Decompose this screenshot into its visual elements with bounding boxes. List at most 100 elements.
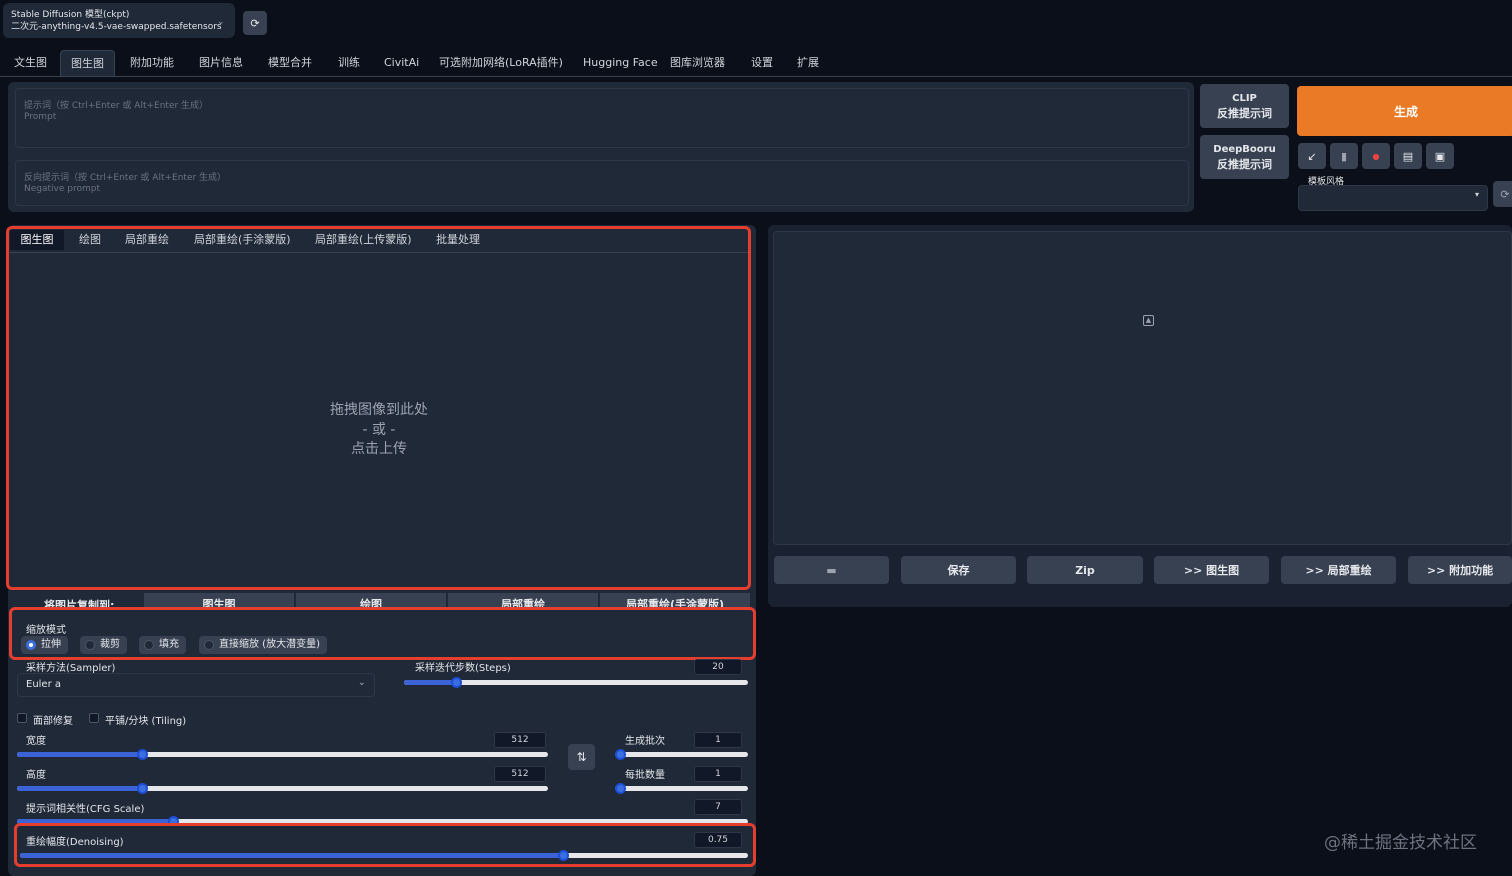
folder-icon: ▬ bbox=[826, 563, 837, 577]
resize-radio-fill[interactable]: 填充 bbox=[139, 636, 186, 654]
tab-lora[interactable]: 可选附加网络(LoRA插件) bbox=[429, 50, 573, 76]
copy-to-inpaint-sketch-button[interactable]: 局部重绘(手涂蒙版) bbox=[600, 593, 750, 609]
img-tab-sketch[interactable]: 绘图 bbox=[79, 230, 101, 250]
extra-networks-button[interactable]: ● bbox=[1362, 143, 1390, 169]
denoise-input[interactable]: 0.75 bbox=[694, 832, 742, 848]
height-slider-thumb[interactable] bbox=[137, 783, 148, 794]
denoise-label: 重绘幅度(Denoising) bbox=[26, 837, 124, 848]
tab-divider bbox=[0, 76, 1512, 77]
tab-extensions[interactable]: 扩展 bbox=[787, 50, 829, 76]
batch-size-slider-thumb[interactable] bbox=[615, 783, 626, 794]
denoise-slider[interactable] bbox=[20, 850, 748, 861]
img-tab-inpaint-upload[interactable]: 局部重绘(上传蒙版) bbox=[315, 230, 412, 250]
send-to-extras-button[interactable]: >> 附加功能 bbox=[1408, 556, 1512, 584]
negative-prompt-placeholder: 反向提示词（按 Ctrl+Enter 或 Alt+Enter 生成） bbox=[24, 173, 227, 183]
zip-button[interactable]: Zip bbox=[1027, 556, 1143, 584]
watermark: @稀土掘金技术社区 bbox=[1324, 833, 1477, 853]
tab-civitai[interactable]: CivitAi bbox=[374, 50, 429, 76]
deepbooru-interrogate-button[interactable]: DeepBooru 反推提示词 bbox=[1200, 135, 1289, 179]
width-slider[interactable] bbox=[17, 749, 548, 760]
copy-to-inpaint-button[interactable]: 局部重绘 bbox=[448, 593, 598, 609]
refresh-model-button[interactable]: ⟳ bbox=[243, 11, 267, 35]
resize-mode-label: 缩放模式 bbox=[26, 625, 66, 636]
img-tab-img2img[interactable]: 图生图 bbox=[10, 230, 64, 250]
batch-size-label: 每批数量 bbox=[625, 770, 665, 781]
save-style-button[interactable]: ▣ bbox=[1426, 143, 1454, 169]
face-restore-label: 面部修复 bbox=[33, 716, 73, 727]
upload-hint-3: 点击上传 bbox=[351, 441, 407, 457]
tab-png-info[interactable]: 图片信息 bbox=[189, 50, 253, 76]
tab-img2img[interactable]: 图生图 bbox=[60, 50, 115, 76]
resize-radio-latent[interactable]: 直接缩放 (放大潜变量) bbox=[199, 636, 327, 654]
cfg-slider[interactable] bbox=[17, 816, 748, 827]
copy-to-img2img-button[interactable]: 图生图 bbox=[144, 593, 294, 609]
tab-extras[interactable]: 附加功能 bbox=[120, 50, 184, 76]
radio-dot bbox=[85, 640, 95, 650]
style-dropdown[interactable]: ▾ bbox=[1298, 185, 1488, 211]
width-input[interactable]: 512 bbox=[494, 732, 546, 748]
batch-count-slider[interactable] bbox=[615, 749, 748, 760]
height-input[interactable]: 512 bbox=[494, 766, 546, 782]
cfg-label: 提示词相关性(CFG Scale) bbox=[26, 804, 145, 815]
denoise-group bbox=[18, 826, 750, 864]
save-icon: ▣ bbox=[1434, 149, 1446, 163]
steps-slider-thumb[interactable] bbox=[451, 677, 462, 688]
copy-to-sketch-button[interactable]: 绘图 bbox=[296, 593, 446, 609]
generate-button[interactable]: 生成 bbox=[1297, 86, 1512, 136]
clear-prompt-button[interactable]: ▮ bbox=[1330, 143, 1358, 169]
height-slider[interactable] bbox=[17, 783, 548, 794]
face-restore-checkbox[interactable] bbox=[17, 713, 27, 723]
steps-slider[interactable] bbox=[404, 677, 748, 688]
refresh-styles-button[interactable]: ⟳ bbox=[1493, 181, 1512, 207]
swap-dimensions-button[interactable]: ⇅ bbox=[568, 744, 595, 770]
negative-prompt-input[interactable]: 反向提示词（按 Ctrl+Enter 或 Alt+Enter 生成） Negat… bbox=[15, 160, 1189, 206]
cfg-slider-fill bbox=[17, 819, 173, 824]
sampler-label: 采样方法(Sampler) bbox=[26, 663, 116, 674]
open-folder-button[interactable]: ▬ bbox=[774, 556, 889, 584]
height-label: 高度 bbox=[26, 770, 46, 781]
prompt-input[interactable]: 提示词（按 Ctrl+Enter 或 Alt+Enter 生成） Prompt bbox=[15, 88, 1189, 148]
tab-huggingface[interactable]: Hugging Face bbox=[573, 50, 668, 76]
batch-count-input[interactable]: 1 bbox=[694, 732, 742, 748]
tab-train[interactable]: 训练 bbox=[328, 50, 370, 76]
paste-params-button[interactable]: ↙ bbox=[1298, 143, 1326, 169]
width-slider-thumb[interactable] bbox=[137, 749, 148, 760]
radio-dot bbox=[26, 640, 36, 650]
steps-input[interactable]: 20 bbox=[694, 659, 742, 675]
resize-radio-stretch[interactable]: 拉伸 bbox=[21, 636, 68, 654]
tab-txt2img[interactable]: 文生图 bbox=[4, 50, 57, 76]
prompt-placeholder-en: Prompt bbox=[24, 112, 57, 122]
resize-option-label: 填充 bbox=[159, 639, 179, 650]
output-gallery[interactable]: ▲ bbox=[773, 231, 1512, 545]
tiling-label: 平铺/分块 (Tiling) bbox=[105, 716, 187, 727]
negative-prompt-placeholder-en: Negative prompt bbox=[24, 184, 100, 194]
tab-settings[interactable]: 设置 bbox=[741, 50, 783, 76]
image-placeholder-icon: ▲ bbox=[1143, 315, 1154, 326]
batch-count-slider-thumb[interactable] bbox=[615, 749, 626, 760]
send-to-img2img-button[interactable]: >> 图生图 bbox=[1154, 556, 1269, 584]
width-slider-fill bbox=[17, 752, 142, 757]
img-tab-inpaint[interactable]: 局部重绘 bbox=[125, 230, 169, 250]
denoise-slider-fill bbox=[20, 853, 563, 858]
tiling-checkbox[interactable] bbox=[89, 713, 99, 723]
img-tab-batch[interactable]: 批量处理 bbox=[436, 230, 480, 250]
refresh-icon: ⟳ bbox=[250, 16, 260, 30]
steps-slider-fill bbox=[404, 680, 456, 685]
img-tab-inpaint-sketch[interactable]: 局部重绘(手涂蒙版) bbox=[194, 230, 291, 250]
image-upload-area[interactable]: 拖拽图像到此处 - 或 - 点击上传 bbox=[10, 252, 748, 586]
batch-size-slider[interactable] bbox=[615, 783, 748, 794]
model-selector[interactable]: Stable Diffusion 模型(ckpt) 二次元-anything-v… bbox=[3, 3, 235, 38]
denoise-slider-thumb[interactable] bbox=[558, 850, 569, 861]
tab-merge[interactable]: 模型合并 bbox=[258, 50, 322, 76]
height-slider-fill bbox=[17, 786, 142, 791]
save-button[interactable]: 保存 bbox=[901, 556, 1016, 584]
resize-radio-crop[interactable]: 裁剪 bbox=[80, 636, 127, 654]
sampler-dropdown[interactable]: Euler a ⌄ bbox=[17, 673, 375, 697]
batch-size-input[interactable]: 1 bbox=[694, 766, 742, 782]
send-to-inpaint-button[interactable]: >> 局部重绘 bbox=[1281, 556, 1396, 584]
tab-gallery[interactable]: 图库浏览器 bbox=[660, 50, 735, 76]
clip-interrogate-button[interactable]: CLIP 反推提示词 bbox=[1200, 84, 1289, 128]
apply-style-button[interactable]: ▤ bbox=[1394, 143, 1422, 169]
chevron-down-icon: ⌄ bbox=[357, 677, 366, 688]
cfg-input[interactable]: 7 bbox=[694, 799, 742, 815]
